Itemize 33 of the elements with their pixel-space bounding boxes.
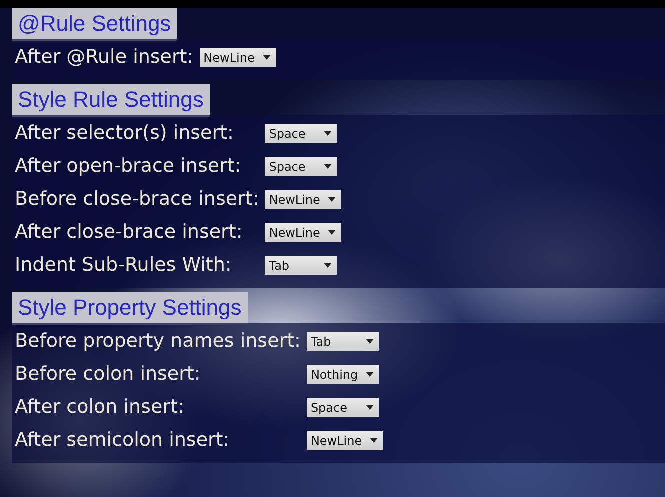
caret-icon [328,230,336,235]
dropdown[interactable]: NewLine [265,190,342,209]
setting-label: Before colon insert: [15,362,202,387]
setting-label: After @Rule insert: [15,45,194,70]
caret-icon [324,131,332,136]
setting-label: After close-brace insert: [15,220,244,245]
section-heading: Style Rule Settings [12,84,210,117]
dropdown[interactable]: Tab [265,256,338,275]
section-heading: Style Property Settings [12,292,248,325]
caret-icon [366,372,374,377]
dropdown[interactable]: Nothing [306,365,380,384]
section-heading: @Rule Settings [12,8,178,41]
caret-icon [262,55,271,60]
caret-icon [370,438,378,443]
caret-icon [324,164,332,169]
setting-label: Indent Sub-Rules With: [15,253,233,278]
dropdown[interactable]: Space [265,157,338,176]
caret-icon [366,339,374,344]
dropdown[interactable]: Tab [306,332,379,351]
setting-label: After colon insert: [15,395,186,420]
dropdown[interactable]: NewLine [265,223,342,242]
setting-label: Before property names insert: [15,329,301,354]
caret-icon [328,197,336,202]
setting-label: After open-brace insert: [15,154,242,179]
setting-label: After semicolon insert: [15,428,231,453]
dropdown[interactable]: Space [306,398,379,417]
dropdown[interactable]: NewLine [306,431,384,450]
dropdown[interactable]: Space [265,124,338,143]
dropdown[interactable]: NewLine [200,48,276,67]
setting-label: Before close-brace insert: [15,187,260,212]
setting-label: After selector(s) insert: [15,121,235,146]
caret-icon [366,405,374,410]
caret-icon [324,263,332,268]
